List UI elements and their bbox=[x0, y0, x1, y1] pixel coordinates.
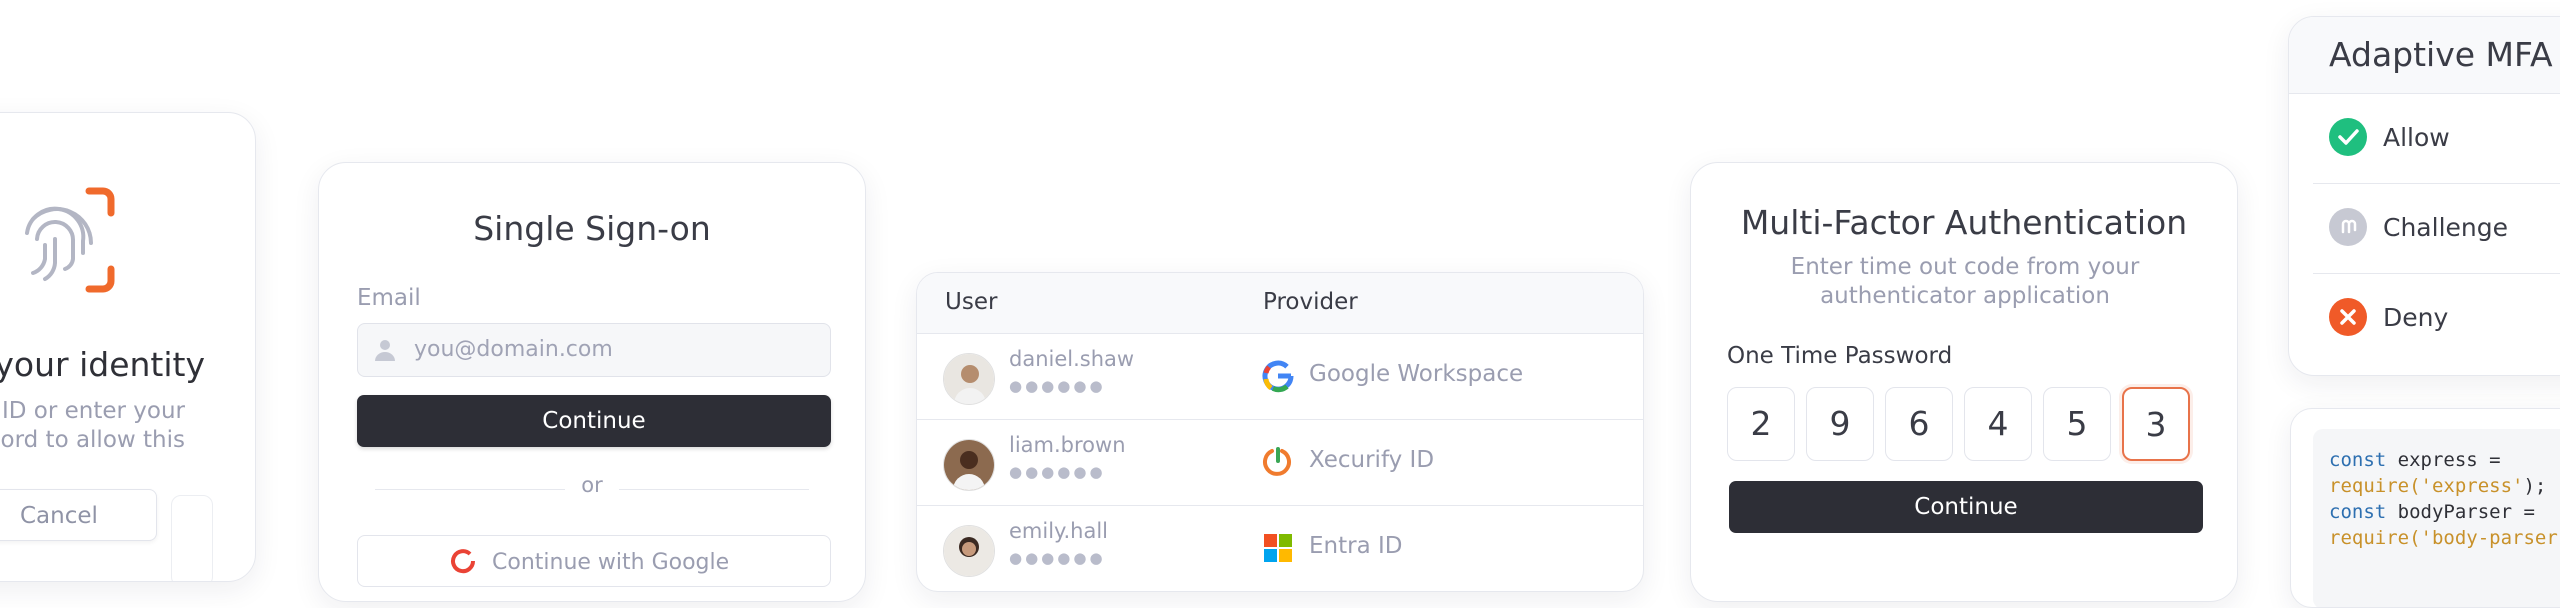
x-icon bbox=[2329, 298, 2367, 336]
otp-digit-input[interactable]: 6 bbox=[1885, 387, 1953, 461]
continue-with-google-button[interactable]: Continue with Google bbox=[357, 535, 831, 587]
otp-label: One Time Password bbox=[1727, 343, 1953, 369]
mfa-continue-button[interactable]: Continue bbox=[1729, 481, 2203, 533]
code-token: express = bbox=[2386, 449, 2501, 471]
avatar bbox=[943, 353, 995, 405]
email-placeholder: you@domain.com bbox=[414, 337, 613, 362]
table-row[interactable]: liam.brown ●●●●●● Xecurify ID bbox=[917, 419, 1643, 506]
otp-digit-input-active[interactable]: 3 bbox=[2122, 387, 2190, 461]
adaptive-header: Adaptive MFA bbox=[2289, 17, 2560, 94]
user-name: daniel.shaw bbox=[1009, 347, 1135, 371]
verify-identity-card: your identity ID or enter your word to a… bbox=[0, 112, 256, 582]
policy-option-deny[interactable]: Deny bbox=[2313, 273, 2560, 363]
microsoft-icon bbox=[1264, 534, 1292, 562]
code-token: const bbox=[2329, 501, 2387, 523]
challenge-icon bbox=[2329, 208, 2367, 246]
provider-name: Entra ID bbox=[1309, 533, 1403, 559]
email-label: Email bbox=[357, 285, 421, 311]
mfa-title: Multi-Factor Authentication bbox=[1740, 203, 2188, 242]
adaptive-title: Adaptive MFA bbox=[2329, 35, 2553, 74]
table-row[interactable]: daniel.shaw ●●●●●● Google Workspace bbox=[917, 333, 1643, 420]
xecurify-icon bbox=[1263, 447, 1291, 476]
avatar bbox=[943, 525, 995, 577]
google-icon bbox=[1262, 360, 1294, 393]
code-token: 'express' bbox=[2420, 475, 2524, 497]
divider-text: or bbox=[581, 473, 603, 497]
google-button-label: Continue with Google bbox=[492, 550, 730, 575]
code-token: 'body-parser' bbox=[2420, 527, 2560, 549]
code-token: bodyParser = bbox=[2386, 501, 2535, 523]
table-header: User Provider bbox=[917, 273, 1643, 334]
otp-digit-input[interactable]: 4 bbox=[1964, 387, 2032, 461]
code-token: const bbox=[2329, 449, 2387, 471]
check-icon bbox=[2329, 118, 2367, 156]
provider-name: Google Workspace bbox=[1309, 361, 1524, 387]
verify-title: your identity bbox=[0, 345, 205, 384]
user-icon bbox=[375, 340, 395, 361]
code-line: require('express'); bbox=[2329, 473, 2560, 499]
code-token: ); bbox=[2523, 475, 2547, 497]
adaptive-mfa-card: Adaptive MFA Allow Challenge Deny bbox=[2288, 16, 2560, 376]
mfa-subtitle-line: Enter time out code from your bbox=[1790, 254, 2140, 280]
otp-digit-input[interactable]: 9 bbox=[1806, 387, 1874, 461]
masked-secret: ●●●●●● bbox=[1009, 463, 1106, 481]
code-snippet-card: const express = require('express'); const … bbox=[2290, 408, 2560, 608]
email-field[interactable]: you@domain.com bbox=[357, 323, 831, 377]
sso-card: Single Sign-on Email you@domain.com Cont… bbox=[318, 162, 866, 602]
column-header-user: User bbox=[945, 289, 998, 315]
code-token: require( bbox=[2329, 527, 2421, 549]
policy-option-label: Deny bbox=[2383, 303, 2449, 332]
policy-option-label: Allow bbox=[2383, 123, 2450, 152]
masked-secret: ●●●●●● bbox=[1009, 549, 1106, 567]
code-line: const bodyParser = bbox=[2329, 499, 2560, 525]
code-token: require( bbox=[2329, 475, 2421, 497]
fingerprint-icon bbox=[25, 187, 115, 293]
mfa-subtitle-line: authenticator application bbox=[1820, 283, 2110, 309]
avatar bbox=[943, 439, 995, 491]
mfa-card: Multi-Factor Authentication Enter time o… bbox=[1690, 162, 2238, 602]
policy-option-label: Challenge bbox=[2383, 213, 2508, 242]
code-line: require('body-parser' bbox=[2329, 525, 2560, 551]
table-row[interactable]: emily.hall ●●●●●● Entra ID bbox=[917, 505, 1643, 591]
code-line: const express = bbox=[2329, 447, 2560, 473]
cancel-button[interactable]: Cancel bbox=[0, 489, 157, 541]
user-name: emily.hall bbox=[1009, 519, 1109, 543]
otp-digit-input[interactable]: 5 bbox=[2043, 387, 2111, 461]
policy-option-allow[interactable]: Allow bbox=[2313, 93, 2560, 184]
column-header-provider: Provider bbox=[1263, 289, 1358, 315]
otp-digit-input[interactable]: 2 bbox=[1727, 387, 1795, 461]
google-icon bbox=[451, 549, 476, 574]
masked-secret: ●●●●●● bbox=[1009, 377, 1106, 395]
verify-subtitle-line: word to allow this bbox=[0, 427, 185, 453]
mfa-subtitle: Enter time out code from your authentica… bbox=[1751, 253, 2179, 311]
verify-subtitle: ID or enter your word to allow this bbox=[0, 397, 185, 455]
verify-subtitle-line: ID or enter your bbox=[1, 398, 185, 424]
user-name: liam.brown bbox=[1009, 433, 1126, 457]
provider-name: Xecurify ID bbox=[1309, 447, 1435, 473]
code-block: const express = require('express'); const … bbox=[2313, 429, 2560, 607]
stacked-card-edge bbox=[171, 495, 213, 581]
users-provider-table: User Provider daniel.shaw ●●●●●● Google … bbox=[916, 272, 1644, 592]
sso-title: Single Sign-on bbox=[473, 209, 711, 248]
sso-continue-button[interactable]: Continue bbox=[357, 395, 831, 447]
policy-option-challenge[interactable]: Challenge bbox=[2313, 183, 2560, 274]
